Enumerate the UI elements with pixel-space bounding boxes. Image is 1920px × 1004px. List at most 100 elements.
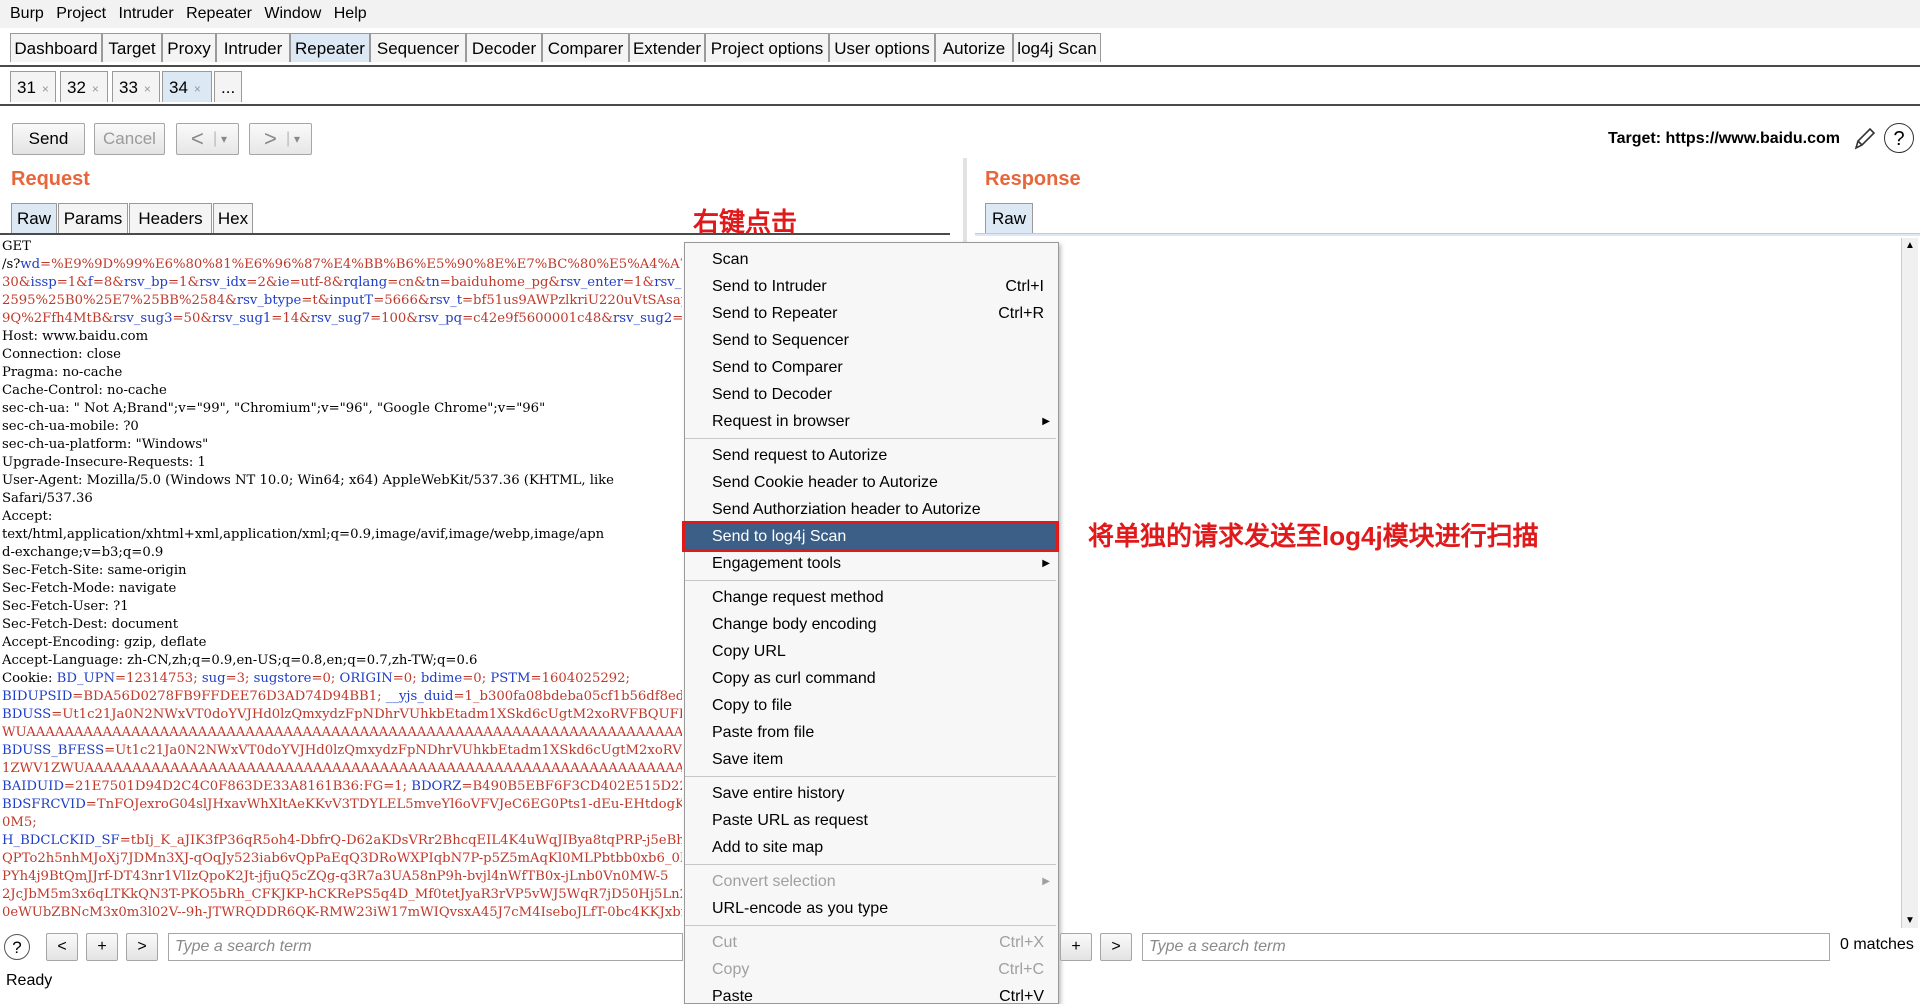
menu-item-scan[interactable]: Scan — [685, 246, 1056, 273]
tab-comparer[interactable]: Comparer — [542, 33, 629, 62]
menu-item-save-item[interactable]: Save item — [685, 746, 1056, 773]
menu-item-copy-url[interactable]: Copy URL — [685, 638, 1056, 665]
tab-repeater[interactable]: Repeater — [290, 33, 370, 62]
tab-project-options[interactable]: Project options — [705, 33, 829, 62]
menu-item-engagement-tools[interactable]: Engagement tools ▶ — [685, 550, 1056, 577]
request-text: rsv_sug3 — [113, 311, 173, 326]
request-line: BDUSS=Ut1c21Ja0N2NWxVT0doYVJHd0lzQmxydzF… — [2, 706, 682, 724]
menu-project[interactable]: Project — [52, 0, 110, 28]
menu-item-send-to-repeater[interactable]: Send to Repeater Ctrl+R — [685, 300, 1056, 327]
tab-dashboard[interactable]: Dashboard — [10, 33, 102, 62]
close-icon[interactable]: × — [92, 82, 99, 96]
request-line: Connection: close — [2, 346, 682, 364]
menu-item-change-request-method[interactable]: Change request method — [685, 584, 1056, 611]
response-search-input[interactable]: Type a search term — [1142, 933, 1830, 961]
request-text: =0&r — [672, 311, 682, 326]
menu-item-send-to-sequencer[interactable]: Send to Sequencer — [685, 327, 1056, 354]
search-add-button[interactable]: + — [86, 933, 118, 961]
request-text: 2595%25B0%25E7%25BB%2584& — [2, 293, 237, 308]
request-line: BIDUPSID=BDA56D0278FB9FFDEE76D3AD74D94BB… — [2, 688, 682, 706]
request-text: =12314753; — [115, 671, 202, 686]
repeater-tab-33[interactable]: 33 × — [112, 71, 160, 102]
scroll-down-icon[interactable]: ▼ — [1905, 915, 1915, 926]
request-editor[interactable]: GET/s?wd=%E9%9D%99%E6%80%81%E6%96%87%E4%… — [2, 238, 682, 928]
tab-sequencer[interactable]: Sequencer — [370, 33, 466, 62]
send-button[interactable]: Send — [12, 123, 85, 155]
search-prev-button[interactable]: < — [46, 933, 78, 961]
edit-target-icon[interactable] — [1852, 124, 1878, 152]
menu-item-label: Send Authorziation header to Autorize — [712, 501, 981, 518]
request-line: Accept-Encoding: gzip, deflate — [2, 634, 682, 652]
search-add-button[interactable]: + — [1060, 933, 1092, 961]
forward-button[interactable]: > | ▾ — [249, 123, 312, 155]
menu-item-send-to-decoder[interactable]: Send to Decoder — [685, 381, 1056, 408]
menu-item-send-to-intruder[interactable]: Send to Intruder Ctrl+I — [685, 273, 1056, 300]
menu-intruder[interactable]: Intruder — [115, 0, 178, 28]
tab-extender[interactable]: Extender — [629, 33, 705, 62]
request-text: rsv_idx — [199, 275, 247, 290]
repeater-tab-32[interactable]: 32 × — [60, 71, 108, 102]
menu-burp[interactable]: Burp — [0, 0, 48, 28]
help-icon[interactable]: ? — [4, 934, 30, 960]
search-next-button[interactable]: > — [1100, 933, 1132, 961]
response-tab-raw[interactable]: Raw — [985, 203, 1033, 233]
menu-repeater[interactable]: Repeater — [182, 0, 256, 28]
menu-item-change-body-encoding[interactable]: Change body encoding — [685, 611, 1056, 638]
chevron-down-icon[interactable]: ▾ — [221, 124, 227, 154]
request-text: =50& — [172, 311, 213, 326]
response-editor[interactable] — [970, 240, 1910, 928]
request-line: Pragma: no-cache — [2, 364, 682, 382]
tab-intruder[interactable]: Intruder — [216, 33, 290, 62]
repeater-tab-new[interactable]: ... — [214, 71, 242, 102]
response-scrollbar[interactable]: ▲ ▼ — [1901, 238, 1918, 928]
request-line: Sec-Fetch-Site: same-origin — [2, 562, 682, 580]
tab-decoder[interactable]: Decoder — [466, 33, 542, 62]
request-tab-headers[interactable]: Headers — [129, 203, 212, 233]
tab-user-options[interactable]: User options — [829, 33, 935, 62]
request-text: =0; — [392, 671, 421, 686]
back-button[interactable]: < | ▾ — [176, 123, 239, 155]
cancel-button[interactable]: Cancel — [94, 123, 165, 155]
request-text: rsv_pq — [418, 311, 463, 326]
tab-autorize[interactable]: Autorize — [935, 33, 1013, 62]
repeater-tab-31[interactable]: 31 × — [10, 71, 56, 102]
menu-item-copy-as-curl-command[interactable]: Copy as curl command — [685, 665, 1056, 692]
menu-item-convert-selection[interactable]: Convert selection ▶ — [685, 868, 1056, 895]
menu-item-send-to-comparer[interactable]: Send to Comparer — [685, 354, 1056, 381]
menu-window[interactable]: Window — [260, 0, 325, 28]
menu-item-cut[interactable]: Cut Ctrl+X — [685, 929, 1056, 956]
menu-item-paste-from-file[interactable]: Paste from file — [685, 719, 1056, 746]
request-title: Request — [11, 168, 90, 190]
tab-proxy[interactable]: Proxy — [162, 33, 216, 62]
menu-item-add-to-site-map[interactable]: Add to site map — [685, 834, 1056, 861]
chevron-down-icon[interactable]: ▾ — [294, 124, 300, 154]
repeater-tab-34[interactable]: 34 × — [162, 71, 212, 102]
search-next-button[interactable]: > — [126, 933, 158, 961]
scroll-up-icon[interactable]: ▲ — [1905, 240, 1915, 251]
close-icon[interactable]: × — [42, 82, 49, 96]
request-text: GET — [2, 239, 31, 254]
repeater-tab-label: 34 — [169, 78, 188, 97]
menu-item-request-in-browser[interactable]: Request in browser ▶ — [685, 408, 1056, 435]
menu-item-paste-url-as-request[interactable]: Paste URL as request — [685, 807, 1056, 834]
request-tab-params[interactable]: Params — [58, 203, 128, 233]
menu-item-save-entire-history[interactable]: Save entire history — [685, 780, 1056, 807]
request-text: issp — [30, 275, 57, 290]
close-icon[interactable]: × — [144, 82, 151, 96]
menu-item-label: Copy — [712, 961, 750, 978]
menu-help[interactable]: Help — [330, 0, 371, 28]
menu-item-copy-to-file[interactable]: Copy to file — [685, 692, 1056, 719]
tab-target[interactable]: Target — [102, 33, 162, 62]
menu-item-send-authorziation-header-to-autorize[interactable]: Send Authorziation header to Autorize — [685, 496, 1056, 523]
menu-item-copy[interactable]: Copy Ctrl+C — [685, 956, 1056, 983]
menu-item-send-cookie-header-to-autorize[interactable]: Send Cookie header to Autorize — [685, 469, 1056, 496]
help-icon[interactable]: ? — [1884, 123, 1914, 153]
request-tab-raw[interactable]: Raw — [11, 203, 57, 233]
menu-item-send-request-to-autorize[interactable]: Send request to Autorize — [685, 442, 1056, 469]
tab-log4j-scan[interactable]: log4j Scan — [1013, 33, 1101, 62]
request-tab-hex[interactable]: Hex — [213, 203, 253, 233]
request-search-input[interactable]: Type a search term — [168, 933, 683, 961]
menu-item-label: Scan — [712, 251, 749, 268]
menu-item-url-encode-as-you-type[interactable]: URL-encode as you type — [685, 895, 1056, 922]
close-icon[interactable]: × — [194, 82, 201, 96]
